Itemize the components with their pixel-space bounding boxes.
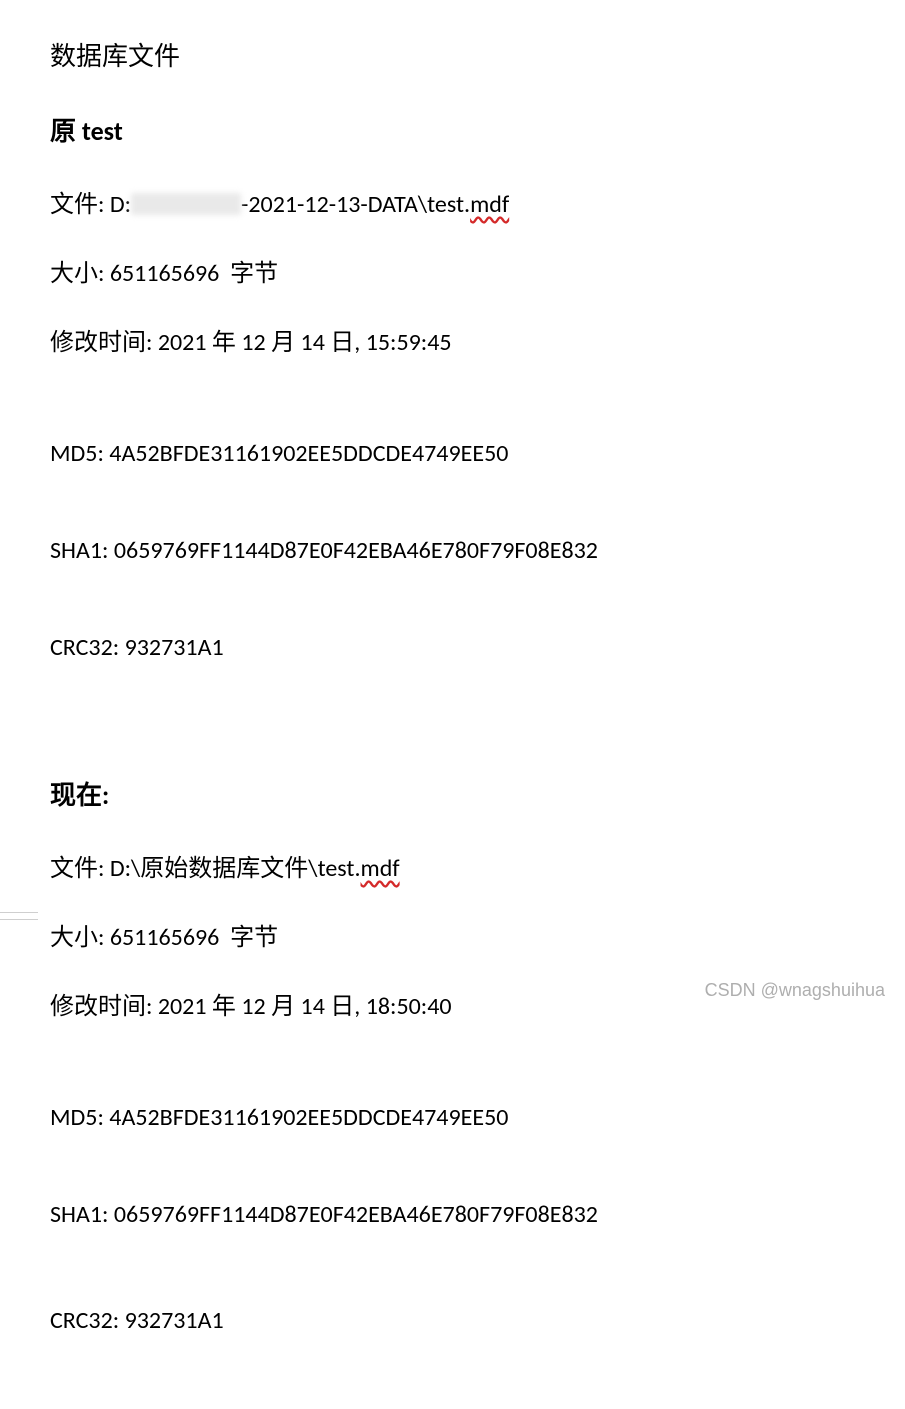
file-ext-squiggle: mdf xyxy=(470,190,509,219)
original-md5: MD5: 4A52BFDE31161902EE5DDCDE4749EE50 xyxy=(50,438,855,470)
original-crc32: CRC32: 932731A1 xyxy=(50,632,855,664)
current-size: 大小: 651165696 字节 xyxy=(50,917,855,952)
document-page: 数据库文件 原 test 文件: D: -2021-12-13-DATA\test… xyxy=(0,0,905,1409)
original-file-line: 文件: D: -2021-12-13-DATA\test.mdf xyxy=(50,184,855,219)
file-ext-squiggle: mdf xyxy=(361,854,400,883)
current-crc32: CRC32: 932731A1 xyxy=(50,1306,855,1335)
file-label: 文件: D: xyxy=(50,190,131,219)
file-a: 文件: D:\原始数据库文件\test. xyxy=(50,854,361,883)
page-title: 数据库文件 xyxy=(50,36,855,73)
original-hashes: MD5: 4A52BFDE31161902EE5DDCDE4749EE50 SH… xyxy=(50,373,855,729)
watermark: CSDN @wnagshuihua xyxy=(705,980,885,1001)
current-md5: MD5: 4A52BFDE31161902EE5DDCDE4749EE50 xyxy=(50,1102,855,1134)
original-size: 大小: 651165696 字节 xyxy=(50,253,855,288)
original-mtime: 修改时间: 2021 年 12 月 14 日, 15:59:45 xyxy=(50,322,855,357)
current-hashes: MD5: 4A52BFDE31161902EE5DDCDE4749EE50 SH… xyxy=(50,1037,855,1296)
current-file-line: 文件: D:\原始数据库文件\test.mdf xyxy=(50,848,855,883)
file-suffix-a: -2021-12-13-DATA\test. xyxy=(241,190,470,219)
page-edge-mark xyxy=(0,912,38,920)
current-sha1: SHA1: 0659769FF1144D87E0F42EBA46E780F79F… xyxy=(50,1199,855,1231)
section-heading-original: 原 test xyxy=(50,111,855,148)
redacted-block xyxy=(131,193,241,215)
section-heading-current: 现在: xyxy=(50,775,855,812)
original-sha1: SHA1: 0659769FF1144D87E0F42EBA46E780F79F… xyxy=(50,535,855,567)
